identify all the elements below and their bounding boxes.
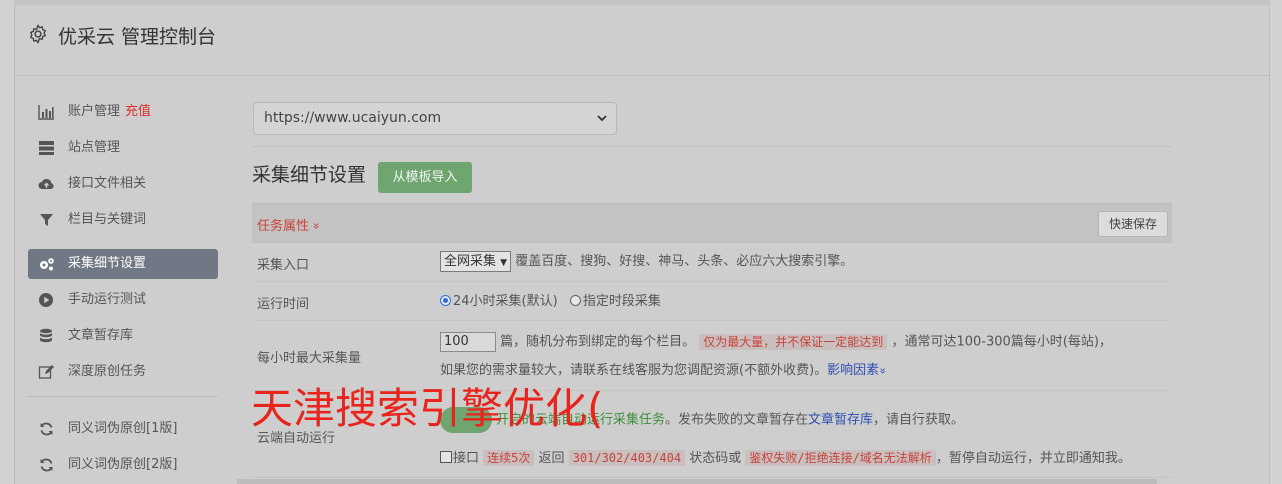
cogs-icon — [40, 258, 54, 271]
article-store-link[interactable]: 文章暂存库 — [808, 413, 873, 428]
sidebar-item-label: 账户管理 — [68, 104, 121, 119]
server-icon — [39, 141, 54, 155]
filter-icon — [40, 214, 53, 226]
max-warning-tag: 仅为最大量，并不保证一定能达到 — [699, 333, 888, 350]
gear-icon — [29, 24, 47, 44]
quick-save-button[interactable]: 快速保存 — [1098, 211, 1168, 237]
sidebar-item-label: 手动运行测试 — [68, 292, 147, 307]
entry-description: 覆盖百度、搜狗、好搜、神马、头条、必应六大搜索引擎。 — [515, 254, 854, 269]
page-title: 优采云 管理控制台 — [58, 26, 217, 48]
site-select[interactable]: https://www.ucaiyun.com — [253, 102, 617, 135]
tag-status-codes: 301/302/403/404 — [568, 450, 686, 466]
section-divider — [252, 146, 1172, 147]
sidebar-item-synonym-v2[interactable]: 同义词伪原创[2版] — [28, 450, 218, 480]
radio-button[interactable] — [440, 295, 451, 306]
runtime-option-scheduled[interactable]: 指定时段采集 — [569, 294, 661, 309]
sidebar-item-article-store[interactable]: 文章暂存库 — [28, 321, 218, 351]
sidebar-item-sites[interactable]: 站点管理 — [28, 133, 218, 163]
row-label: 运行时间 — [257, 297, 310, 312]
row-label: 采集入口 — [257, 258, 310, 273]
runtime-option-24h[interactable]: 24小时采集(默认) — [440, 294, 558, 309]
radio-button[interactable] — [569, 295, 581, 306]
sidebar-item-label: 站点管理 — [68, 140, 121, 155]
watermark-text: 天津搜索引擎优化( — [251, 384, 604, 433]
row-label: 每小时最大采集量 — [257, 351, 362, 366]
database-icon — [40, 328, 52, 343]
sidebar-item-collect-settings[interactable]: 采集细节设置 — [28, 249, 218, 279]
console-frame: 优采云 管理控制台 账户管理 充值 站点管理 接口文件相关 栏目与关键词 采集细节… — [14, 5, 1270, 484]
max-per-hour-input[interactable]: 100 — [440, 332, 496, 352]
refresh-icon — [40, 458, 53, 472]
tag-errors: 鉴权失败/拒绝连接/域名无法解析 — [745, 450, 936, 466]
sidebar-item-manual-run[interactable]: 手动运行测试 — [28, 285, 218, 315]
chevron-down-icon: » — [309, 222, 324, 230]
sidebar-item-label: 同义词伪原创[2版] — [68, 457, 178, 472]
table-bottom-border — [237, 479, 1157, 484]
section-title: 采集细节设置 — [252, 164, 367, 186]
edit-icon — [38, 365, 54, 379]
bar-chart-icon — [38, 105, 54, 120]
checkbox[interactable] — [440, 451, 452, 463]
import-template-button[interactable]: 从模板导入 — [378, 162, 472, 193]
refresh-icon — [40, 422, 53, 436]
sidebar-item-label: 接口文件相关 — [68, 176, 147, 191]
chevron-down-icon — [597, 115, 607, 122]
sidebar-item-synonym-v1[interactable]: 同义词伪原创[1版] — [28, 414, 218, 444]
sidebar-item-label: 采集细节设置 — [68, 256, 147, 271]
site-select-value: https://www.ucaiyun.com — [264, 110, 442, 126]
sidebar-item-label: 同义词伪原创[1版] — [68, 421, 178, 436]
chevron-down-icon: ▼ — [500, 258, 508, 268]
sidebar-item-label: 深度原创任务 — [68, 364, 147, 379]
table-header: 任务属性 » 快速保存 — [252, 203, 1172, 243]
notify-checkbox[interactable]: 接口 — [440, 451, 479, 466]
table-row-runtime: 运行时间 24小时采集(默认) 指定时段采集 — [252, 282, 1172, 321]
sidebar-item-label: 栏目与关键词 — [68, 212, 147, 227]
sidebar-item-categories-keywords[interactable]: 栏目与关键词 — [28, 205, 218, 235]
sidebar-item-label: 文章暂存库 — [68, 328, 134, 343]
table-row-max-per-hour: 每小时最大采集量 100 篇，随机分布到绑定的每个栏目。 仅为最大量，并不保证一… — [252, 321, 1172, 391]
chevron-down-icon: » — [876, 367, 890, 375]
recharge-link[interactable]: 充值 — [125, 104, 151, 119]
sidebar-item-account[interactable]: 账户管理 充值 — [28, 97, 218, 127]
sidebar-item-deep-original[interactable]: 深度原创任务 — [28, 357, 218, 387]
cloud-upload-icon — [38, 179, 54, 189]
collect-entry-select[interactable]: 全网采集 ▼ — [440, 251, 512, 272]
sidebar-item-interface-files[interactable]: 接口文件相关 — [28, 169, 218, 199]
influence-factors-link[interactable]: 影响因素» — [827, 363, 889, 378]
sidebar-divider — [28, 396, 218, 397]
task-properties-toggle[interactable]: 任务属性 » — [257, 215, 324, 234]
tag-consecutive: 连续5次 — [483, 450, 535, 466]
page-header: 优采云 管理控制台 — [15, 5, 1269, 76]
table-row-entry: 采集入口 全网采集 ▼ 覆盖百度、搜狗、好搜、神马、头条、必应六大搜索引擎。 — [252, 243, 1172, 282]
play-circle-icon — [39, 293, 53, 307]
